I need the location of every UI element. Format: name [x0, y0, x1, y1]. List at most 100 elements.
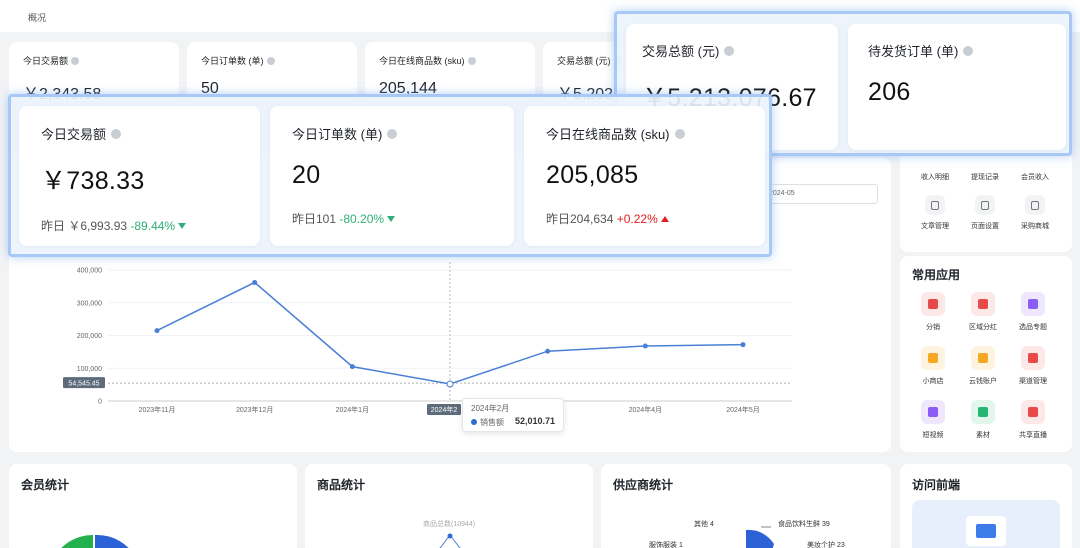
tooltip-series: 销售额 — [480, 418, 504, 427]
page-settings-icon — [975, 195, 995, 215]
quick-link-page-settings[interactable]: 页面设置 — [960, 195, 1010, 231]
series-line-sales — [156, 281, 744, 385]
y-tick-label: 200,000 — [77, 333, 102, 340]
supplier-label: 美妆个护 23 — [807, 542, 845, 548]
data-point[interactable] — [349, 364, 355, 370]
x-tick-label: 2024年4月 — [629, 405, 662, 414]
monitor-frame — [966, 516, 1006, 546]
previous-value: 昨日 ￥6,993.93 — [41, 219, 128, 233]
help-icon[interactable] — [387, 128, 398, 139]
help-icon[interactable] — [724, 45, 735, 56]
help-icon[interactable] — [674, 128, 685, 139]
stat-title: 今日在线商品数 (sku) — [546, 127, 670, 142]
data-point[interactable] — [545, 348, 551, 354]
x-tick-label: 2024年1月 — [336, 405, 369, 414]
x-tick-label: 2023年12月 — [236, 405, 273, 414]
help-icon[interactable] — [963, 45, 974, 56]
monitor-icon — [976, 524, 996, 538]
data-point[interactable] — [642, 343, 648, 349]
app-live[interactable]: 共享直播 — [1008, 400, 1058, 440]
y-tick-label: 100,000 — [77, 366, 102, 373]
app-region-dividend[interactable]: 区域分红 — [958, 292, 1008, 332]
stat-value: ￥738.33 — [41, 167, 145, 195]
stat-value: 205,085 — [546, 161, 639, 189]
previous-value: 昨日101 — [292, 212, 337, 226]
quick-link-articles[interactable]: 文章管理 — [910, 195, 960, 231]
app-label: 小商店 — [922, 378, 944, 385]
stat-title: 今日交易额 — [41, 127, 107, 142]
legend-dot — [471, 419, 477, 425]
quick-link-label: 提现记录 — [971, 174, 999, 181]
y-tick-label: 300,000 — [77, 300, 102, 307]
tooltip-value: 52,010.71 — [515, 416, 556, 426]
data-point[interactable] — [154, 328, 160, 334]
quick-link-income[interactable]: 收入明细 — [910, 166, 960, 182]
app-shop[interactable]: 小商店 — [908, 346, 958, 386]
visit-frontend-title: 访问前端 — [912, 478, 961, 492]
stat-title: 今日订单数 (单) — [292, 127, 383, 142]
stat-title: 交易总额 (元) — [642, 44, 720, 59]
frontend-preview[interactable] — [912, 500, 1060, 548]
supplier-label: 服饰服装 1 — [649, 542, 683, 548]
member-donut — [61, 534, 129, 548]
down-arrow-icon — [387, 216, 396, 222]
app-label: 渠道管理 — [1019, 378, 1047, 385]
stat-title: 待发货订单 (单) — [868, 44, 959, 59]
visit-frontend-card: 访问前端 — [900, 464, 1072, 548]
data-point[interactable] — [740, 342, 746, 348]
app-video[interactable]: 短视频 — [908, 400, 958, 440]
topic-icon — [1021, 292, 1045, 316]
y-tick-label: 0 — [98, 399, 102, 406]
change-percent: -80.20% — [339, 212, 385, 226]
quick-links-card: 收入明细 提现记录 会员收入 文章管理 页面设置 采购商城 — [900, 152, 1072, 252]
stat-card-pending-shipment: 待发货订单 (单) 206 — [848, 24, 1066, 150]
app-label: 素材 — [976, 432, 990, 439]
quick-link-label: 采购商城 — [1021, 223, 1049, 230]
tooltip-title: 2024年2月 — [471, 404, 510, 413]
app-topic[interactable]: 选品专题 — [1008, 292, 1058, 332]
video-icon — [921, 400, 945, 424]
chart-tooltip: 2024年2月 销售额 52,010.71 — [462, 398, 564, 432]
app-label: 选品专题 — [1019, 324, 1047, 331]
app-distribution[interactable]: 分销 — [908, 292, 958, 332]
distribution-icon — [921, 292, 945, 316]
supplier-label: 其他 4 — [694, 521, 714, 528]
member-stats-title: 会员统计 — [21, 478, 70, 492]
up-arrow-icon — [660, 216, 669, 222]
stat-comparison: 昨日 ￥6,993.93 -89.44% — [41, 217, 260, 234]
stat-comparison: 昨日101 -80.20% — [292, 210, 514, 227]
change-percent: +0.22% — [616, 212, 658, 226]
member-stats-card: 会员统计 — [9, 464, 297, 548]
quick-link-withdraw[interactable]: 提现记录 — [960, 166, 1010, 182]
pie-slice — [746, 529, 774, 548]
channel-icon — [1021, 346, 1045, 370]
app-material[interactable]: 素材 — [958, 400, 1008, 440]
data-point[interactable] — [252, 279, 258, 285]
quick-link-label: 收入明细 — [921, 174, 949, 181]
zoom-panel-today: 今日交易额 ￥738.33 昨日 ￥6,993.93 -89.44% 今日订单数… — [8, 94, 772, 257]
supplier-pie — [746, 526, 774, 548]
help-icon[interactable] — [111, 128, 122, 139]
supplier-stats-title: 供应商统计 — [613, 478, 674, 492]
product-stats-card: 商品统计 商品总数(10944) — [305, 464, 593, 548]
app-channel[interactable]: 渠道管理 — [1008, 346, 1058, 386]
quick-link-label: 会员收入 — [1021, 174, 1049, 181]
live-icon — [1021, 400, 1045, 424]
app-wallet[interactable]: 云钱账户 — [958, 346, 1008, 386]
quick-link-member-income[interactable]: 会员收入 — [1010, 166, 1060, 182]
previous-value: 昨日204,634 — [546, 212, 614, 226]
shop-icon — [921, 346, 945, 370]
product-stats-title: 商品统计 — [317, 478, 366, 492]
app-label: 共享直播 — [1019, 432, 1047, 439]
app-label: 区域分红 — [969, 324, 997, 331]
product-radar — [439, 533, 461, 548]
quick-link-label: 页面设置 — [971, 223, 999, 230]
common-apps-title: 常用应用 — [912, 268, 961, 282]
region-dividend-icon — [971, 292, 995, 316]
common-apps-card: 常用应用 分销 区域分红 选品专题小商店 云钱账户 渠道管理短视频 素材 共享直播 — [900, 256, 1072, 452]
data-point[interactable] — [446, 380, 454, 388]
material-icon — [971, 400, 995, 424]
x-tick-label: 2024年5月 — [726, 405, 759, 414]
y-tick-label: 400,000 — [77, 268, 102, 275]
quick-link-store[interactable]: 采购商城 — [1010, 195, 1060, 231]
